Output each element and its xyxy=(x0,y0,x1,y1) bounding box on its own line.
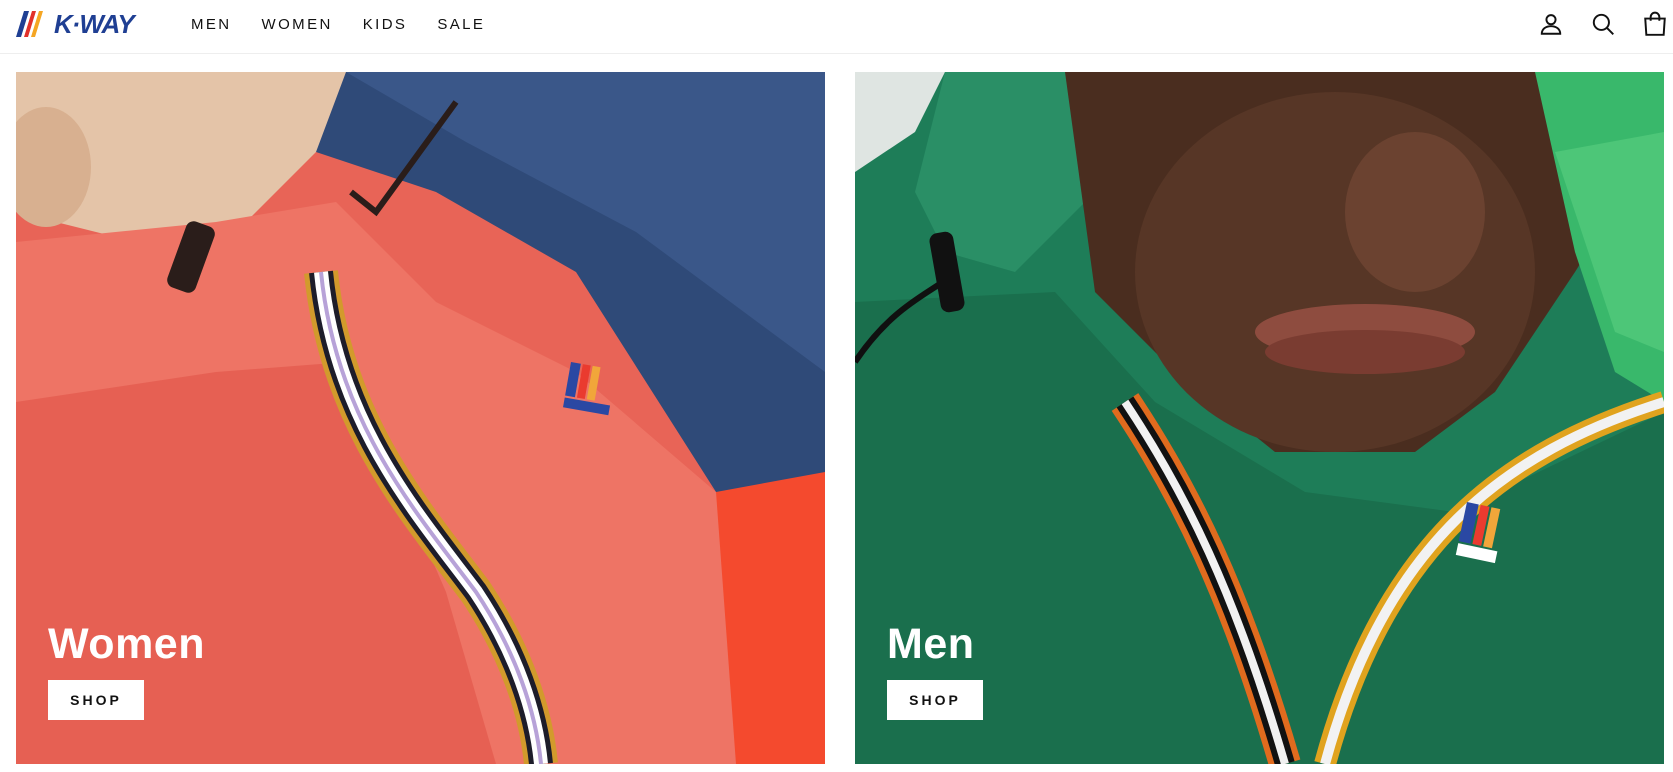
women-collection-panel[interactable]: Women SHOP xyxy=(16,72,825,764)
nav-women[interactable]: WOMEN xyxy=(262,16,333,33)
women-shop-button[interactable]: SHOP xyxy=(48,680,144,720)
header-actions xyxy=(1513,10,1673,38)
brand-wordmark: K·WAY xyxy=(54,8,135,39)
men-jacket-image xyxy=(855,72,1664,764)
nav-men[interactable]: MEN xyxy=(191,16,232,33)
site-header: K·WAY MEN WOMEN KIDS SALE xyxy=(0,0,1673,54)
search-icon[interactable] xyxy=(1589,10,1617,38)
main-nav: MEN WOMEN KIDS SALE xyxy=(191,16,515,33)
men-shop-button[interactable]: SHOP xyxy=(887,680,983,720)
kway-logo-icon xyxy=(16,11,43,37)
men-panel-title: Men xyxy=(887,620,975,668)
men-collection-panel[interactable]: Men SHOP xyxy=(855,72,1664,764)
cart-icon[interactable] xyxy=(1641,10,1669,38)
brand-logo[interactable]: K·WAY xyxy=(16,8,135,39)
women-panel-title: Women xyxy=(48,620,205,668)
nav-kids[interactable]: KIDS xyxy=(363,16,408,33)
nav-sale[interactable]: SALE xyxy=(437,16,485,33)
account-icon[interactable] xyxy=(1537,10,1565,38)
